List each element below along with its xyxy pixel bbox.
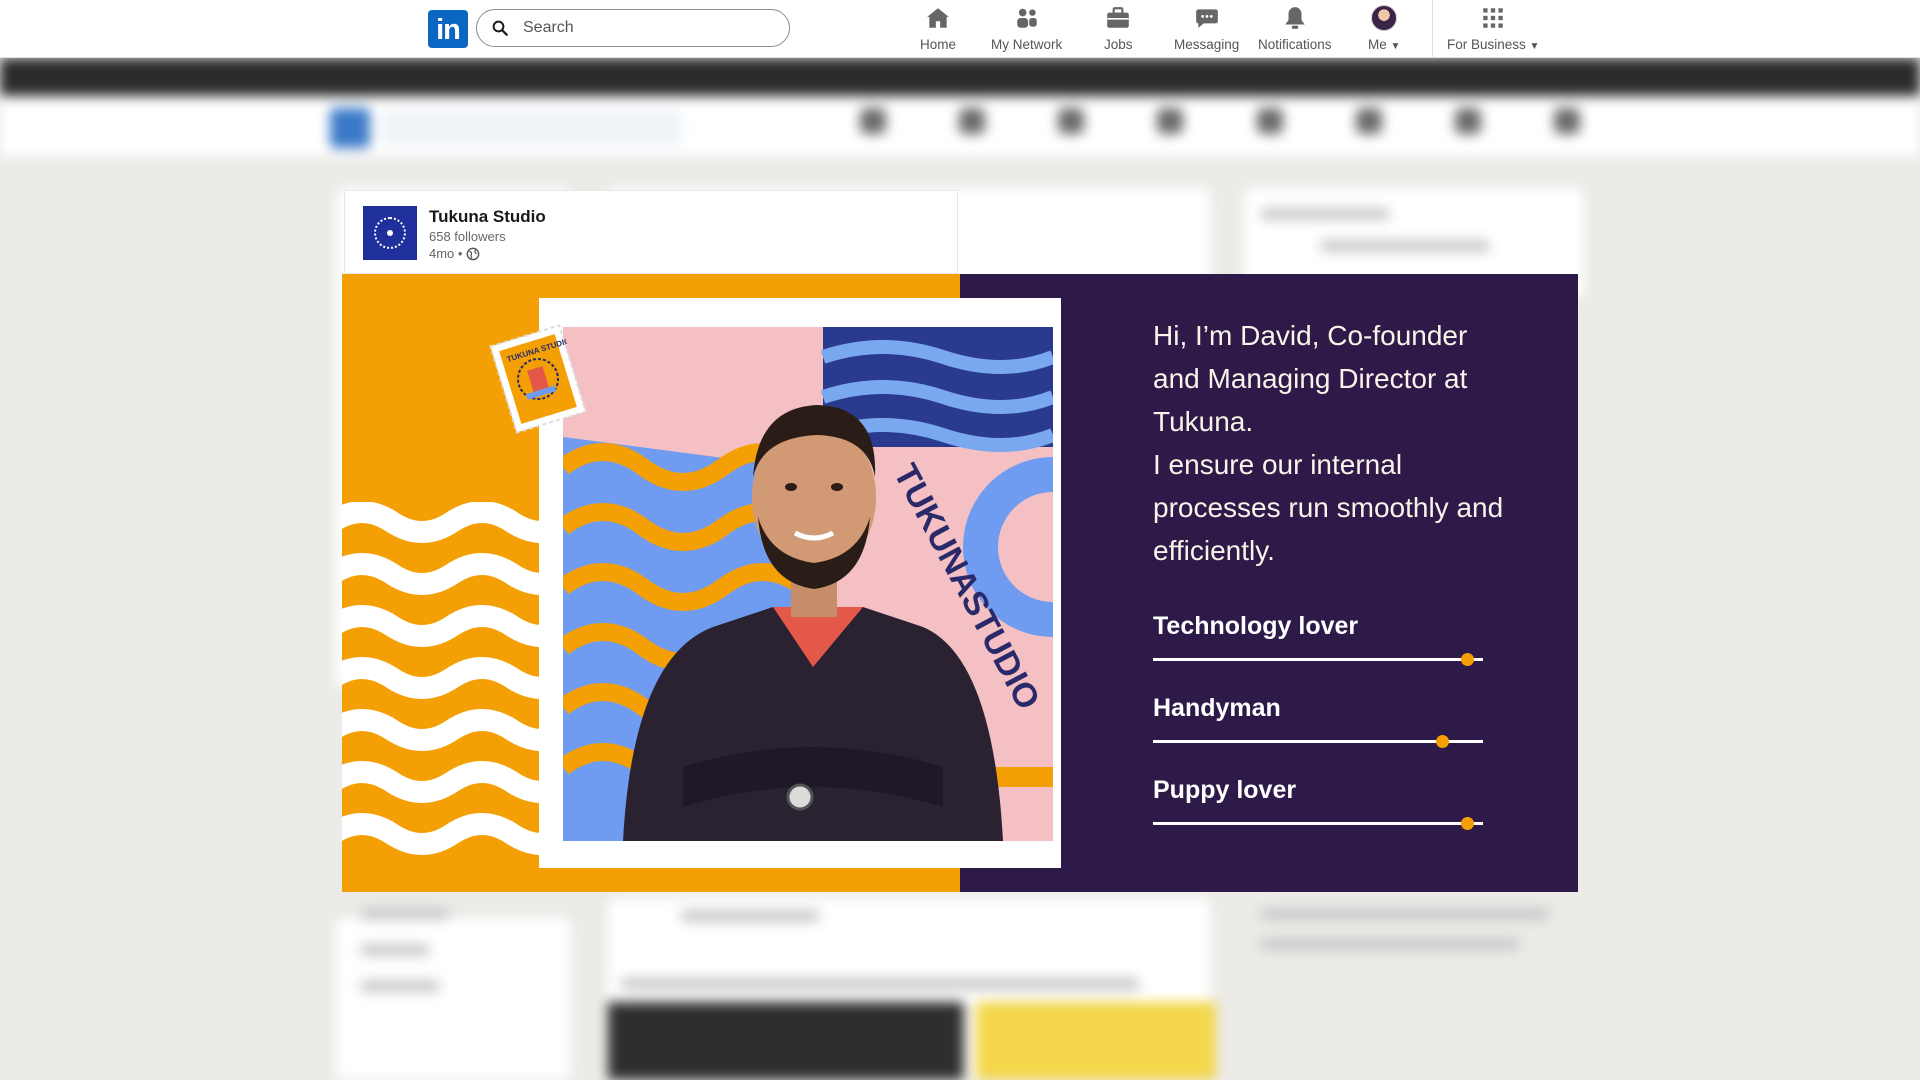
- post-image[interactable]: TUKUNASTUDIO TUKUNA STUDIO Hi, I’m David…: [342, 274, 1578, 892]
- nav-my-network[interactable]: My Network: [991, 4, 1062, 54]
- nav-me[interactable]: Me ▼: [1368, 4, 1400, 54]
- briefcase-icon: [1107, 7, 1130, 28]
- trait-slider: [1153, 735, 1483, 748]
- trait-technology-lover: Technology lover: [1153, 612, 1483, 666]
- portrait-illustration: TUKUNASTUDIO: [563, 327, 1053, 841]
- background-yellow-image: [976, 1002, 1216, 1080]
- nav-notifications-label: Notifications: [1258, 37, 1332, 52]
- nav-for-business-label: For Business: [1447, 37, 1526, 52]
- background-nav-icons: [860, 108, 1580, 138]
- chevron-down-icon: ▼: [1390, 41, 1401, 52]
- bio-line: Hi, I’m David, Co-founder: [1153, 320, 1468, 351]
- background-browser-bar: [0, 58, 1920, 96]
- nav-jobs-label: Jobs: [1104, 37, 1133, 52]
- nav-messaging-label: Messaging: [1174, 37, 1240, 52]
- trait-knob: [1461, 653, 1474, 666]
- avatar: [1371, 5, 1398, 31]
- search-icon: [492, 20, 508, 36]
- nav-messaging[interactable]: Messaging: [1174, 4, 1239, 54]
- trait-knob: [1461, 817, 1474, 830]
- bio-line: efficiently.: [1153, 535, 1275, 566]
- nav-notifications[interactable]: Notifications: [1258, 4, 1332, 54]
- trait-slider: [1153, 653, 1483, 666]
- network-icon: [1016, 8, 1037, 28]
- company-name[interactable]: Tukuna Studio: [429, 207, 546, 227]
- trait-label: Technology lover: [1153, 612, 1359, 640]
- nav-home[interactable]: Home: [920, 4, 956, 54]
- trait-puppy-lover: Puppy lover: [1153, 776, 1483, 830]
- bio-text: Hi, I’m David, Co-founder and Managing D…: [1153, 314, 1543, 572]
- nav-home-label: Home: [920, 37, 957, 52]
- bio-line: processes run smoothly and: [1153, 492, 1504, 523]
- photo-frame: TUKUNASTUDIO: [539, 298, 1061, 868]
- post-header: Tukuna Studio 658 followers 4mo •: [344, 190, 958, 274]
- post-time-row: 4mo •: [429, 246, 480, 261]
- nav-jobs[interactable]: Jobs: [1104, 4, 1133, 54]
- trait-handyman: Handyman: [1153, 694, 1483, 748]
- bio-line: and Managing Director at: [1153, 363, 1468, 394]
- logo-dot: [387, 230, 393, 236]
- post-time: 4mo •: [429, 246, 463, 261]
- nav-me-label: Me: [1368, 37, 1387, 52]
- nav-my-network-label: My Network: [991, 37, 1063, 52]
- portrait-photo: TUKUNASTUDIO: [563, 327, 1053, 841]
- bio-line: I ensure our internal: [1153, 449, 1403, 480]
- globe-icon: [467, 247, 480, 260]
- background-logo: [330, 108, 370, 148]
- nav-divider: [1432, 0, 1433, 58]
- background-left-card-2: [336, 918, 570, 1080]
- home-icon: [927, 8, 949, 28]
- nav-for-business[interactable]: For Business ▼: [1447, 4, 1539, 54]
- search-input[interactable]: [523, 19, 763, 37]
- trait-slider: [1153, 817, 1483, 830]
- grid-icon: [1483, 8, 1503, 28]
- bell-icon: [1285, 7, 1305, 29]
- chat-icon: [1195, 9, 1218, 28]
- search-box[interactable]: [476, 9, 790, 47]
- linkedin-logo[interactable]: in: [428, 10, 468, 48]
- follower-count: 658 followers: [429, 229, 506, 244]
- chevron-down-icon: ▼: [1529, 41, 1540, 52]
- nav-me-label-wrap: Me ▼: [1368, 37, 1400, 52]
- bio-line: Tukuna.: [1153, 406, 1254, 437]
- trait-knob: [1435, 735, 1449, 748]
- trait-label: Handyman: [1153, 694, 1281, 722]
- background-dark-image: [608, 1002, 964, 1080]
- nav-for-business-label-wrap: For Business ▼: [1447, 37, 1539, 52]
- top-navigation: in Home My Network Jobs Messaging Notifi…: [0, 0, 1920, 58]
- background-search: [382, 110, 682, 146]
- company-logo[interactable]: [363, 206, 417, 260]
- wave-pattern: [342, 502, 552, 855]
- trait-label: Puppy lover: [1153, 776, 1297, 804]
